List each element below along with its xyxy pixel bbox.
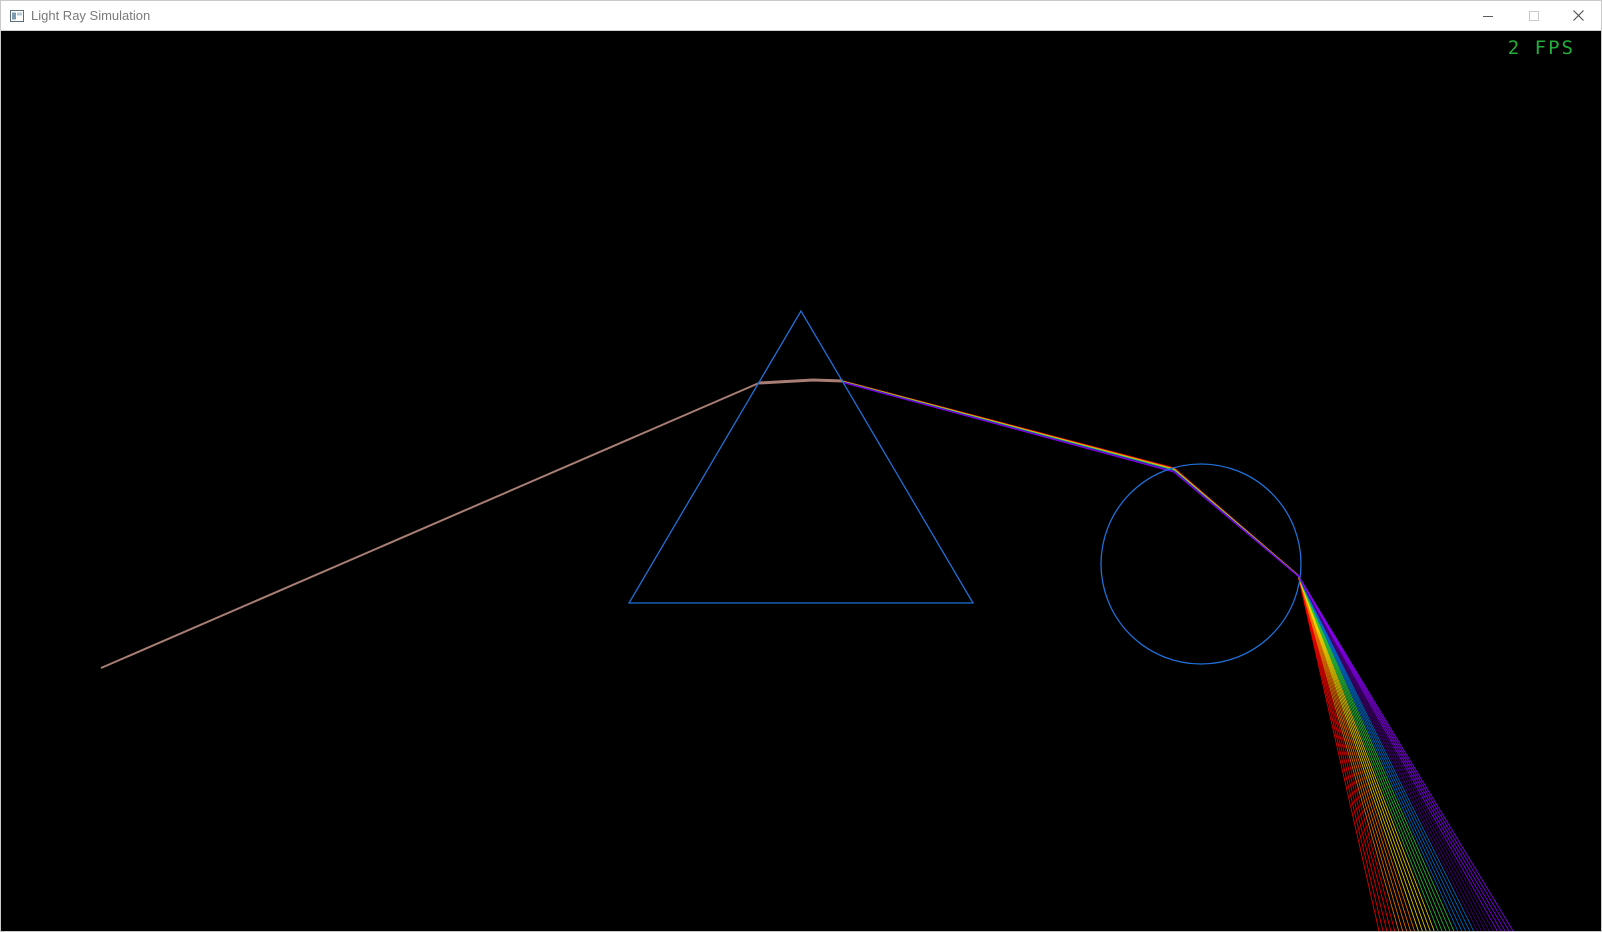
fan-ray-2-2 <box>1297 574 1427 931</box>
title-bar[interactable]: Light Ray Simulation <box>1 1 1601 31</box>
fan-ray-6-2 <box>1297 574 1506 931</box>
dispersed-rays-prism-to-lens <box>842 380 1175 473</box>
fan-ray-1-2 <box>1297 574 1408 931</box>
fan-ray-3-2 <box>1297 574 1447 931</box>
window-app-icon[interactable] <box>10 9 24 22</box>
scene-drawing[interactable] <box>1 31 1601 931</box>
app-window: Light Ray Simulation 2 FPS <box>0 0 1602 932</box>
fan-ray-1-4 <box>1297 574 1415 931</box>
fan-ray-6-0 <box>1297 574 1498 931</box>
incident-ray <box>100 382 760 669</box>
spectrum-ray-6-segment-1 <box>842 381 1175 473</box>
fan-ray-6-4 <box>1297 574 1514 931</box>
minimize-icon <box>1483 15 1493 17</box>
fan-ray-1-1 <box>1297 574 1404 931</box>
fan-ray-2-4 <box>1297 574 1435 931</box>
fan-ray-2-0 <box>1297 574 1419 931</box>
close-button[interactable] <box>1555 1 1601 30</box>
maximize-button[interactable] <box>1511 1 1557 30</box>
dispersed-rays-inside-lens <box>1173 467 1299 577</box>
window-title: Light Ray Simulation <box>31 8 151 23</box>
fan-ray-5-2 <box>1297 574 1486 931</box>
fan-ray-4-2 <box>1297 574 1467 931</box>
fan-ray-4-4 <box>1297 574 1474 931</box>
maximize-icon <box>1529 10 1539 21</box>
fps-counter: 2 FPS <box>1507 37 1575 59</box>
prism-internal-ray <box>758 378 844 385</box>
prism-triangle[interactable] <box>627 309 975 604</box>
exiting-spectrum-fan <box>1297 574 1514 931</box>
fan-ray-6-1 <box>1297 574 1502 931</box>
fan-ray-4-0 <box>1297 574 1459 931</box>
minimize-button[interactable] <box>1465 1 1511 30</box>
fan-ray-5-1 <box>1297 574 1482 931</box>
simulation-canvas[interactable]: 2 FPS <box>1 31 1601 931</box>
fan-ray-5-4 <box>1297 574 1494 931</box>
fan-ray-5-0 <box>1297 574 1478 931</box>
fan-ray-0-3 <box>1297 574 1392 931</box>
fan-ray-3-4 <box>1297 574 1455 931</box>
fan-ray-0-0 <box>1297 574 1380 931</box>
close-icon <box>1572 10 1584 21</box>
spectrum-ray-6-segment-2 <box>1173 471 1299 577</box>
fan-ray-3-0 <box>1297 574 1439 931</box>
fan-ray-2-3 <box>1297 574 1431 931</box>
